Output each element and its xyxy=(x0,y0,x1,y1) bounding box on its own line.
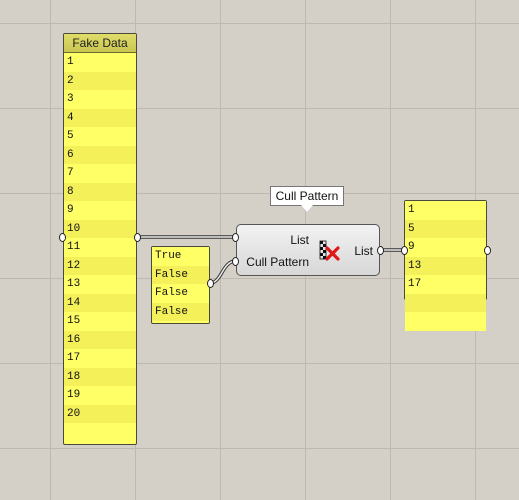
panel-row: 5 xyxy=(64,127,136,146)
pattern-panel-output-grip[interactable] xyxy=(207,279,214,288)
panel-row: 9 xyxy=(405,238,486,257)
grasshopper-canvas[interactable]: Fake Data 1 2 3 4 5 6 7 8 9 10 11 12 13 14 15 16 17 18 19 2… xyxy=(0,0,519,500)
panel-row: 1 xyxy=(405,201,486,220)
panel-row: 1 xyxy=(64,53,136,72)
cull-output-list-grip[interactable] xyxy=(377,246,384,255)
cull-pattern-component[interactable]: List Cull Pattern List xyxy=(236,224,380,276)
result-panel[interactable]: 1 5 9 13 17 xyxy=(404,200,487,331)
panel-row: 9 xyxy=(64,201,136,220)
panel-row: 8 xyxy=(64,182,136,201)
panel-row: 12 xyxy=(64,256,136,275)
panel-row: 16 xyxy=(64,330,136,349)
cull-input-list-grip[interactable] xyxy=(232,233,239,242)
panel-title: Fake Data xyxy=(64,34,136,53)
panel-row: False xyxy=(152,265,209,284)
panel-row: 17 xyxy=(405,275,486,294)
input-cull-pattern-label: Cull Pattern xyxy=(246,255,309,269)
panel-row: 2 xyxy=(64,71,136,90)
data-row-list: 1 2 3 4 5 6 7 8 9 10 11 12 13 14 15 16 17 18 19 20 xyxy=(64,53,136,442)
panel-row: False xyxy=(152,302,209,321)
panel-row xyxy=(64,423,136,442)
panel-row: 19 xyxy=(64,386,136,405)
panel-row xyxy=(405,312,486,331)
panel-row: 6 xyxy=(64,145,136,164)
panel-row: 4 xyxy=(64,108,136,127)
panel-row: 18 xyxy=(64,367,136,386)
fake-data-panel[interactable]: Fake Data 1 2 3 4 5 6 7 8 9 10 11 12 13 14 15 16 17 18 19 2… xyxy=(63,33,137,445)
result-row-list: 1 5 9 13 17 xyxy=(405,201,486,331)
result-panel-input-grip[interactable] xyxy=(401,246,408,255)
panel-row: 20 xyxy=(64,404,136,423)
pattern-row-list: True False False False xyxy=(152,247,209,321)
input-list-label: List xyxy=(290,233,309,247)
data-panel-output-grip[interactable] xyxy=(134,233,141,242)
output-list-label: List xyxy=(354,244,373,258)
panel-row: 17 xyxy=(64,349,136,368)
component-tooltip: Cull Pattern xyxy=(270,186,344,206)
pattern-panel[interactable]: True False False False xyxy=(151,246,210,324)
panel-row: 13 xyxy=(64,275,136,294)
panel-row: 15 xyxy=(64,312,136,331)
cull-pattern-icon xyxy=(319,240,340,261)
panel-row: True xyxy=(152,247,209,266)
panel-row xyxy=(405,293,486,312)
panel-row: 10 xyxy=(64,219,136,238)
data-panel-input-grip[interactable] xyxy=(59,233,66,242)
panel-row: 5 xyxy=(405,219,486,238)
panel-row: False xyxy=(152,284,209,303)
tooltip-tail xyxy=(301,205,313,212)
panel-row: 13 xyxy=(405,256,486,275)
panel-row: 7 xyxy=(64,164,136,183)
panel-row: 11 xyxy=(64,238,136,257)
cull-input-pattern-grip[interactable] xyxy=(232,257,239,266)
panel-row: 14 xyxy=(64,293,136,312)
panel-row: 3 xyxy=(64,90,136,109)
result-panel-output-grip[interactable] xyxy=(484,246,491,255)
